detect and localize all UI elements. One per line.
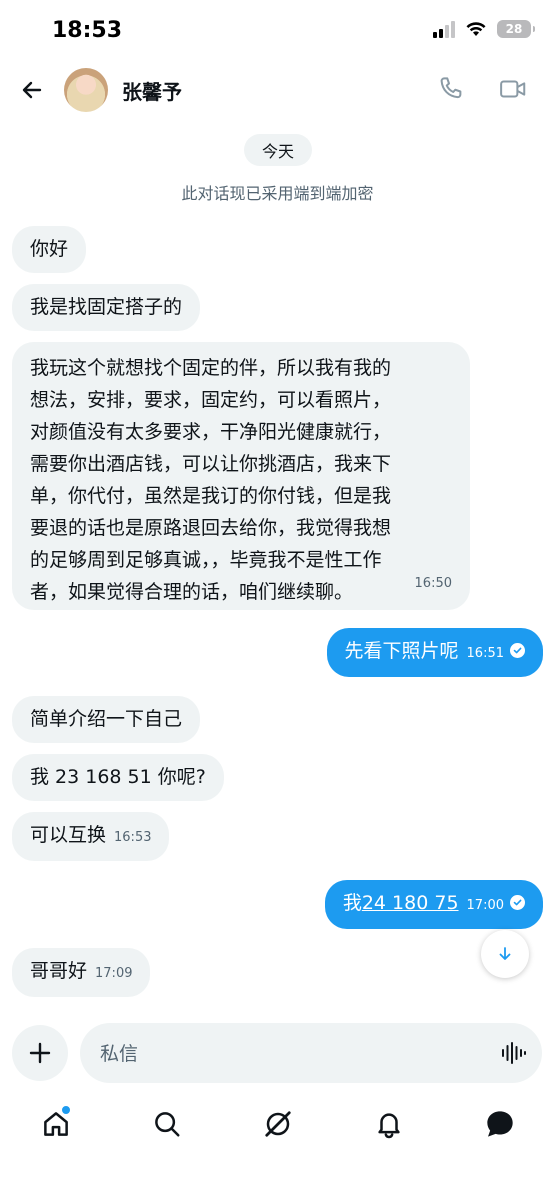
chat-bubble-icon [487,1111,513,1137]
read-receipt-icon [510,643,525,658]
message-text: 先看下照片呢 [344,640,459,662]
message-input[interactable] [98,1023,482,1085]
nav-notifications[interactable] [372,1107,406,1141]
message-bubble[interactable]: 可以互换 16:53 [12,812,170,861]
message-timestamp: 17:00 [466,898,504,913]
message-bubble[interactable]: 哥哥好 17:09 [12,948,151,997]
message-text: 简单介绍一下自己 [30,708,183,730]
message-composer [80,1023,542,1085]
battery-icon: 28 [497,20,535,38]
plus-icon [29,1042,51,1064]
video-call-button[interactable] [498,74,530,106]
message-text: 哥哥好 [30,960,88,982]
audio-waveform-icon [502,1042,526,1064]
phone-icon [440,77,462,99]
notification-dot [61,1105,71,1115]
message-bubble[interactable]: 你好 [12,226,87,273]
bell-icon [378,1113,400,1139]
bottom-navigation [0,1095,555,1155]
nav-search[interactable] [150,1107,184,1141]
voice-message-button[interactable] [500,1040,526,1066]
message-bubble[interactable]: 简单介绍一下自己 [12,696,201,743]
wifi-icon [466,22,486,36]
nav-grok[interactable] [261,1107,295,1141]
message-bubble[interactable]: 先看下照片呢 16:51 [326,628,543,677]
status-time: 18:53 [52,18,123,43]
message-timestamp: 16:53 [114,830,152,845]
message-timestamp: 17:09 [95,966,133,981]
message-line: 单，你代付，虽然是我订的你付钱，但是我 [30,485,392,507]
video-camera-icon [500,80,526,98]
status-icons: 28 [433,20,535,38]
avatar[interactable] [64,68,108,112]
nav-messages[interactable] [483,1107,517,1141]
arrow-down-icon [499,947,511,960]
message-text: 我是找固定搭子的 [30,296,183,318]
message-bubble[interactable]: 我玩这个就想找个固定的伴，所以我有我的 想法，安排，要求，固定约，可以看照片， … [12,342,470,610]
call-button[interactable] [436,74,468,106]
message-text: 你好 [30,238,69,260]
message-line: 需要你出酒店钱，可以让你挑酒店，我来下 [30,453,392,475]
scroll-to-bottom-button[interactable] [481,930,529,978]
message-bubble[interactable]: 我是找固定搭子的 [12,284,201,331]
status-bar: 18:53 28 [0,0,555,62]
message-bubble[interactable]: 我24 180 75 17:00 [324,880,543,929]
add-attachment-button[interactable] [12,1025,68,1081]
message-line: 我玩这个就想找个固定的伴，所以我有我的 [30,357,392,379]
conversation-header: 张馨予 [0,62,555,120]
date-separator: 今天 [244,134,312,166]
back-button[interactable] [14,72,50,108]
phone-number-link[interactable]: 24 180 75 [362,892,459,914]
grok-icon [265,1111,291,1137]
encryption-notice: 此对话现已采用端到端加密 [181,184,374,203]
message-text: 我 [342,892,362,914]
message-line: 要退的话也是原路退回去给你，我觉得我想 [30,517,392,539]
read-receipt-icon [510,895,525,910]
search-icon [155,1112,180,1137]
message-text: 可以互换 [30,824,107,846]
contact-name[interactable]: 张馨予 [122,76,182,105]
message-line: 的足够周到足够真诚，，毕竟我不是性工作 [30,549,382,571]
message-line: 者，如果觉得合理的话，咱们继续聊。 [30,581,354,603]
message-text: 我 23 168 51 你呢? [30,766,206,788]
message-line: 对颜值没有太多要求，干净阳光健康就行， [30,421,392,443]
message-bubble[interactable]: 我 23 168 51 你呢? [12,754,224,801]
message-timestamp: 16:50 [414,576,452,591]
arrow-left-icon [22,81,42,99]
message-timestamp: 16:51 [466,646,504,661]
cellular-signal-icon [433,20,455,38]
message-line: 想法，安排，要求，固定约，可以看照片， [30,389,392,411]
